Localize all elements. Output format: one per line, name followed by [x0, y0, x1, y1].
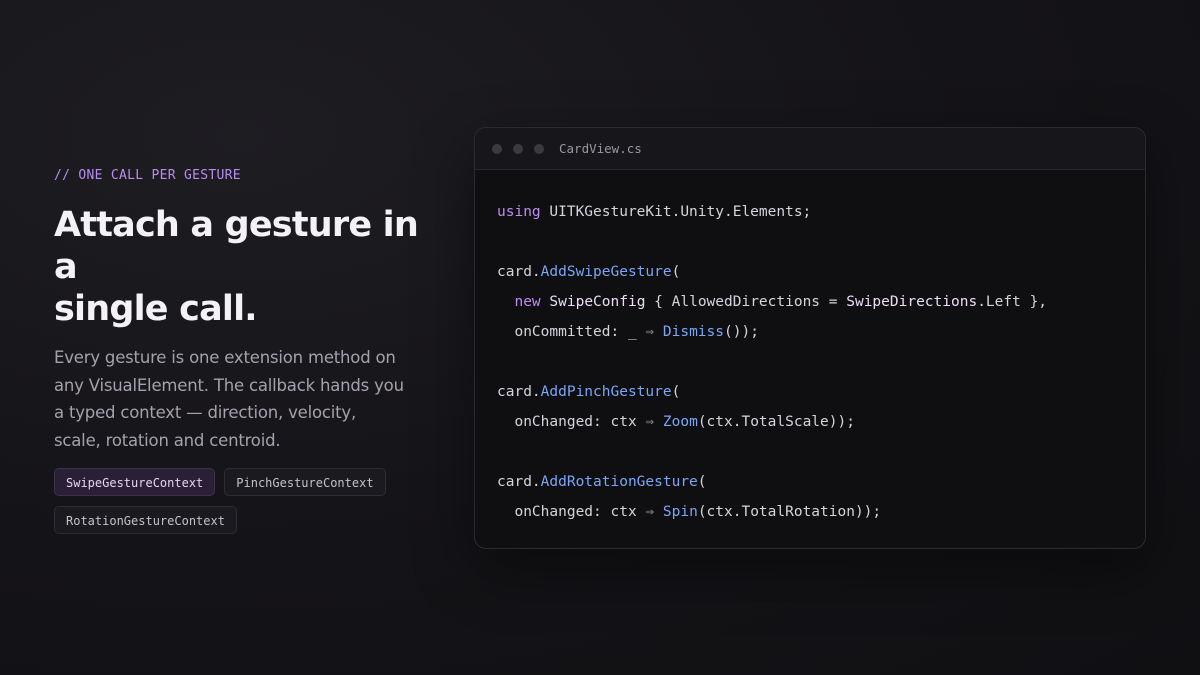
arrow-icon: ⇒: [645, 414, 655, 430]
code-text: onChanged: ctx: [514, 504, 646, 520]
code-type: SwipeDirections: [846, 294, 978, 310]
code-text: (ctx.TotalRotation));: [697, 504, 882, 520]
code-text: onCommitted: _: [514, 324, 646, 340]
code-function: Zoom: [662, 414, 698, 430]
code-line: new SwipeConfig { AllowedDirections = Sw…: [497, 287, 1145, 317]
code-line: card.AddRotationGesture(: [497, 467, 1145, 497]
code-text: ());: [724, 324, 759, 340]
code-block: using UITKGestureKit.Unity.Elements; card…: [475, 170, 1145, 527]
eyebrow-label: // ONE CALL PER GESTURE: [54, 168, 241, 183]
code-function: AddRotationGesture: [540, 474, 698, 490]
hero-text-column: // ONE CALL PER GESTURE Attach a gesture…: [54, 166, 434, 534]
arrow-icon: ⇒: [645, 504, 655, 520]
code-text: card.: [497, 264, 541, 280]
window-dot-icon: [492, 143, 502, 154]
code-line: onChanged: ctx ⇒ Spin(ctx.TotalRotation)…: [497, 497, 1145, 527]
code-text: (: [697, 474, 707, 490]
code-text: card.: [497, 384, 541, 400]
code-text: (: [671, 384, 681, 400]
code-text: { AllowedDirections =: [645, 294, 847, 310]
description: Every gesture is one extension method on…: [54, 344, 434, 454]
window-titlebar: CardView.cs: [475, 128, 1145, 170]
code-text: UITKGestureKit.Unity.Elements;: [540, 204, 812, 220]
code-function: AddPinchGesture: [540, 384, 672, 400]
code-text: (ctx.TotalScale));: [697, 414, 855, 430]
code-text: .Left },: [977, 294, 1048, 310]
description-line-2: any VisualElement. The callback hands yo…: [54, 375, 404, 395]
code-function: Dismiss: [662, 324, 724, 340]
description-line-3: a typed context — direction, velocity,: [54, 403, 357, 422]
chip-swipe-gesture-context[interactable]: SwipeGestureContext: [54, 468, 216, 496]
chip-pinch-gesture-context[interactable]: PinchGestureContext: [224, 468, 386, 496]
code-text: (: [671, 264, 681, 280]
title-line-2: single call.: [54, 289, 258, 329]
code-line: onCommitted: _ ⇒ Dismiss());: [497, 317, 1145, 347]
arrow-icon: ⇒: [645, 324, 655, 340]
file-name: CardView.cs: [559, 141, 642, 156]
code-function: AddSwipeGesture: [540, 264, 672, 280]
title-line-1: Attach a gesture in a: [54, 205, 419, 287]
description-line-1: Every gesture is one extension method on: [54, 348, 396, 367]
code-line: card.AddPinchGesture(: [497, 377, 1145, 407]
code-type: SwipeConfig: [549, 294, 646, 310]
window-dot-icon: [534, 143, 544, 154]
code-line: card.AddSwipeGesture(: [497, 257, 1145, 287]
page-title: Attach a gesture in a single call.: [54, 204, 434, 330]
code-text: card.: [497, 474, 541, 490]
chip-rotation-gesture-context[interactable]: RotationGestureContext: [54, 506, 237, 534]
code-line: using UITKGestureKit.Unity.Elements;: [497, 197, 1145, 227]
context-chip-list: SwipeGestureContext PinchGestureContext …: [54, 468, 434, 534]
code-window: CardView.cs using UITKGestureKit.Unity.E…: [474, 127, 1146, 549]
window-dot-icon: [513, 143, 523, 154]
code-keyword: new: [514, 294, 541, 310]
description-line-4: scale, rotation and centroid.: [54, 430, 281, 450]
code-text: onChanged: ctx: [514, 414, 646, 430]
code-line: onChanged: ctx ⇒ Zoom(ctx.TotalScale));: [497, 407, 1145, 437]
code-keyword: using: [497, 204, 541, 220]
code-function: Spin: [662, 504, 698, 520]
